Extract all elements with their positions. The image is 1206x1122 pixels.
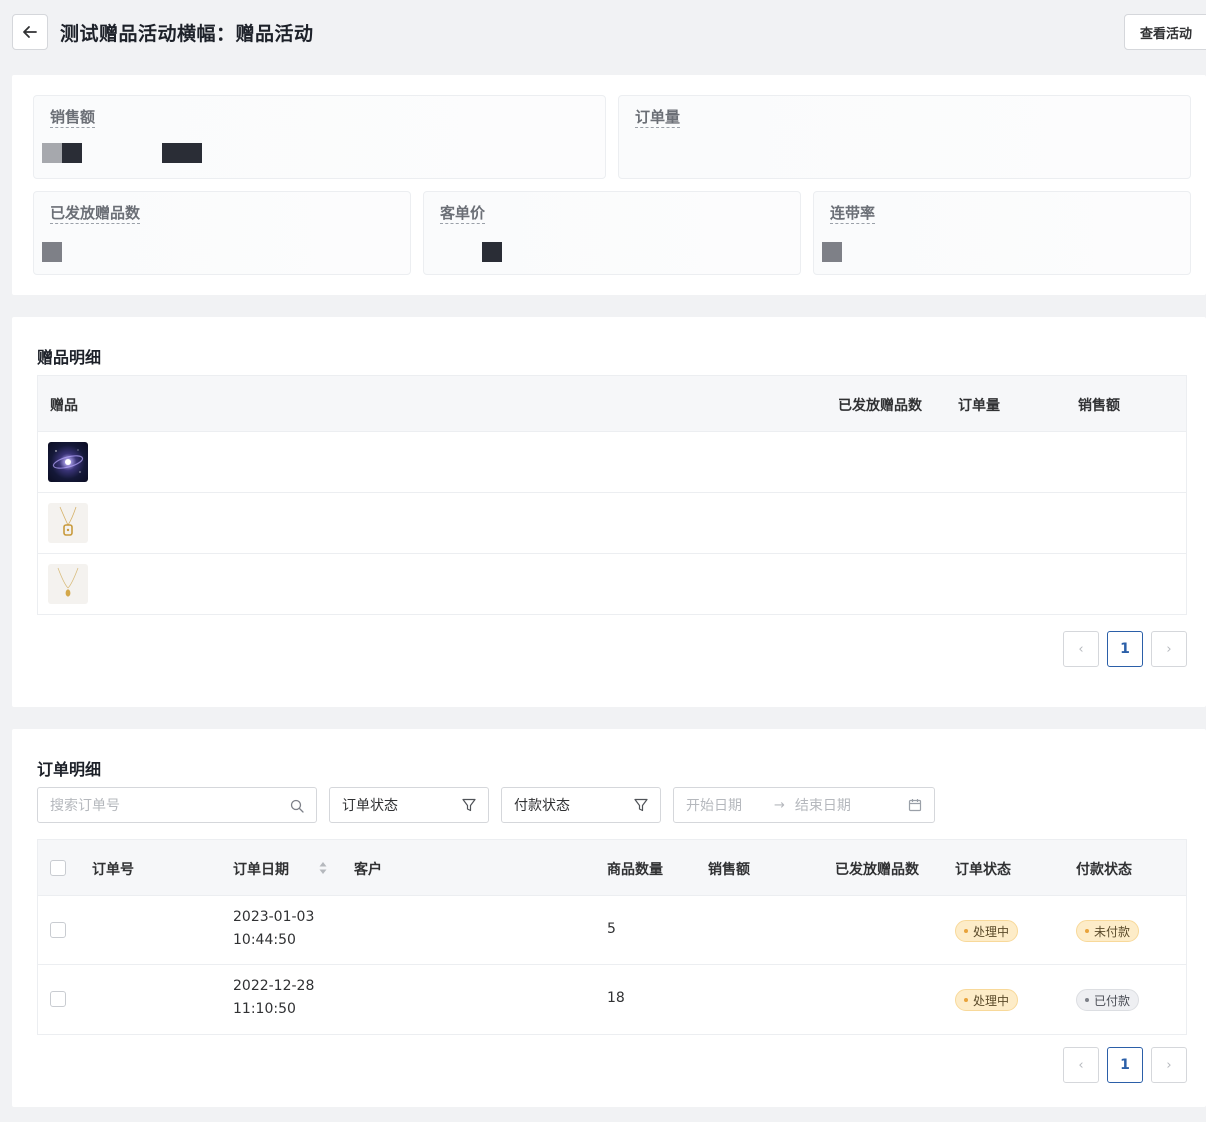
order-detail-panel: 订单明细 搜索订单号 订单状态 付款状态 开始日期 → 结束日期 订单号 订单日… bbox=[12, 729, 1206, 1107]
gift-detail-panel: 赠品明细 赠品 已发放赠品数 订单量 销售额 ‹ 1 › bbox=[12, 317, 1206, 707]
chevron-left-icon: ‹ bbox=[1078, 1057, 1084, 1073]
view-activity-button[interactable]: 查看活动 bbox=[1124, 14, 1206, 50]
column-header-gift: 赠品 bbox=[50, 398, 78, 414]
table-row[interactable] bbox=[38, 432, 1186, 493]
column-header-order-no: 订单号 bbox=[92, 862, 134, 878]
payment-status-text: 已付款 bbox=[1094, 993, 1131, 1008]
payment-status-badge: 已付款 bbox=[1076, 989, 1140, 1011]
payment-status-text: 未付款 bbox=[1094, 924, 1131, 939]
page-header: 测试赠品活动横幅：赠品活动 查看活动 bbox=[0, 0, 1206, 64]
stat-card-sales: 销售额 bbox=[33, 95, 606, 179]
order-pagination: ‹ 1 › bbox=[1063, 1047, 1187, 1083]
order-status-filter-label: 订单状态 bbox=[342, 798, 398, 814]
table-header: 订单号 订单日期 客户 商品数量 销售额 已发放赠品数 订单状态 付款状态 bbox=[38, 840, 1186, 896]
table-row[interactable] bbox=[38, 554, 1186, 615]
prev-page-button[interactable]: ‹ bbox=[1063, 631, 1099, 667]
page-title: 测试赠品活动横幅：赠品活动 bbox=[60, 23, 314, 45]
order-status-text: 处理中 bbox=[973, 993, 1010, 1008]
select-all-checkbox[interactable] bbox=[50, 860, 66, 876]
column-header-orders: 订单量 bbox=[958, 398, 1000, 414]
item-quantity: 18 bbox=[607, 990, 625, 1006]
stat-label-attach-rate[interactable]: 连带率 bbox=[830, 204, 876, 224]
start-date-input[interactable]: 开始日期 bbox=[686, 795, 742, 815]
status-dot bbox=[1085, 998, 1089, 1002]
order-time: 11:10:50 bbox=[233, 1001, 296, 1017]
next-page-button[interactable]: › bbox=[1151, 1047, 1187, 1083]
arrow-right-icon: → bbox=[774, 797, 785, 813]
redacted-block bbox=[162, 143, 202, 163]
redacted-block bbox=[822, 242, 842, 262]
column-header-gifts-issued: 已发放赠品数 bbox=[835, 862, 919, 878]
filter-icon bbox=[462, 798, 476, 812]
stat-card-orders: 订单量 bbox=[618, 95, 1191, 179]
chevron-left-icon: ‹ bbox=[1078, 641, 1084, 657]
section-title-orders: 订单明细 bbox=[37, 760, 102, 779]
filter-icon bbox=[634, 798, 648, 812]
stat-label-gifts-issued[interactable]: 已发放赠品数 bbox=[50, 204, 141, 224]
arrow-left-icon bbox=[23, 26, 37, 38]
chevron-right-icon: › bbox=[1166, 1057, 1172, 1073]
item-quantity: 5 bbox=[607, 921, 616, 937]
order-date: 2023-01-03 bbox=[233, 909, 315, 925]
page-number-button[interactable]: 1 bbox=[1107, 1047, 1143, 1083]
stat-label-avg-price[interactable]: 客单价 bbox=[440, 204, 486, 224]
column-header-sales: 销售额 bbox=[1078, 398, 1120, 414]
stat-label-sales[interactable]: 销售额 bbox=[50, 108, 96, 128]
stat-card-avg-price: 客单价 bbox=[423, 191, 801, 275]
table-header: 赠品 已发放赠品数 订单量 销售额 bbox=[38, 376, 1186, 432]
redacted-block bbox=[42, 143, 62, 163]
order-status-text: 处理中 bbox=[973, 924, 1010, 939]
column-header-quantity: 商品数量 bbox=[607, 862, 663, 878]
order-table: 订单号 订单日期 客户 商品数量 销售额 已发放赠品数 订单状态 付款状态 20… bbox=[37, 839, 1187, 1035]
search-input[interactable]: 搜索订单号 bbox=[37, 787, 317, 823]
chevron-right-icon: › bbox=[1166, 641, 1172, 657]
sort-icon[interactable] bbox=[319, 861, 327, 875]
stat-card-gifts-issued: 已发放赠品数 bbox=[33, 191, 411, 275]
page-number-button[interactable]: 1 bbox=[1107, 631, 1143, 667]
section-title-gifts: 赠品明细 bbox=[37, 348, 102, 367]
order-status-filter[interactable]: 订单状态 bbox=[329, 787, 489, 823]
necklace-pendant-image bbox=[48, 564, 88, 604]
next-page-button[interactable]: › bbox=[1151, 631, 1187, 667]
stat-card-attach-rate: 连带率 bbox=[813, 191, 1191, 275]
order-date: 2022-12-28 bbox=[233, 978, 315, 994]
status-dot bbox=[964, 929, 968, 933]
stats-panel: 销售额 订单量 已发放赠品数 客单价 连带率 bbox=[12, 75, 1206, 295]
galaxy-image bbox=[48, 442, 88, 482]
column-header-gifts-issued: 已发放赠品数 bbox=[838, 398, 922, 414]
redacted-block bbox=[42, 242, 62, 262]
column-header-sales: 销售额 bbox=[708, 862, 750, 878]
gift-table: 赠品 已发放赠品数 订单量 销售额 bbox=[37, 375, 1187, 615]
search-icon bbox=[290, 799, 304, 813]
row-checkbox[interactable] bbox=[50, 922, 66, 938]
table-row[interactable]: 2022-12-28 11:10:50 18 处理中 已付款 bbox=[38, 965, 1186, 1034]
status-dot bbox=[964, 998, 968, 1002]
payment-status-filter[interactable]: 付款状态 bbox=[501, 787, 661, 823]
column-header-customer: 客户 bbox=[354, 862, 382, 878]
calendar-icon bbox=[908, 799, 922, 812]
redacted-block bbox=[62, 143, 82, 163]
end-date-input[interactable]: 结束日期 bbox=[795, 795, 851, 815]
order-status-badge: 处理中 bbox=[955, 989, 1019, 1011]
column-header-order-status: 订单状态 bbox=[955, 862, 1011, 878]
table-row[interactable] bbox=[38, 493, 1186, 554]
order-time: 10:44:50 bbox=[233, 932, 296, 948]
gift-pagination: ‹ 1 › bbox=[1063, 631, 1187, 667]
stat-label-orders[interactable]: 订单量 bbox=[635, 108, 681, 128]
payment-status-filter-label: 付款状态 bbox=[514, 798, 570, 814]
redacted-block bbox=[482, 242, 502, 262]
column-header-payment-status: 付款状态 bbox=[1076, 862, 1132, 878]
order-status-badge: 处理中 bbox=[955, 920, 1019, 942]
search-placeholder: 搜索订单号 bbox=[50, 798, 120, 814]
table-row[interactable]: 2023-01-03 10:44:50 5 处理中 未付款 bbox=[38, 896, 1186, 965]
date-range-picker[interactable]: 开始日期 → 结束日期 bbox=[673, 787, 935, 823]
prev-page-button[interactable]: ‹ bbox=[1063, 1047, 1099, 1083]
column-header-order-date[interactable]: 订单日期 bbox=[233, 859, 289, 879]
status-dot bbox=[1085, 929, 1089, 933]
back-button[interactable] bbox=[12, 14, 48, 50]
necklace-lock-image bbox=[48, 503, 88, 543]
row-checkbox[interactable] bbox=[50, 991, 66, 1007]
payment-status-badge: 未付款 bbox=[1076, 920, 1140, 942]
